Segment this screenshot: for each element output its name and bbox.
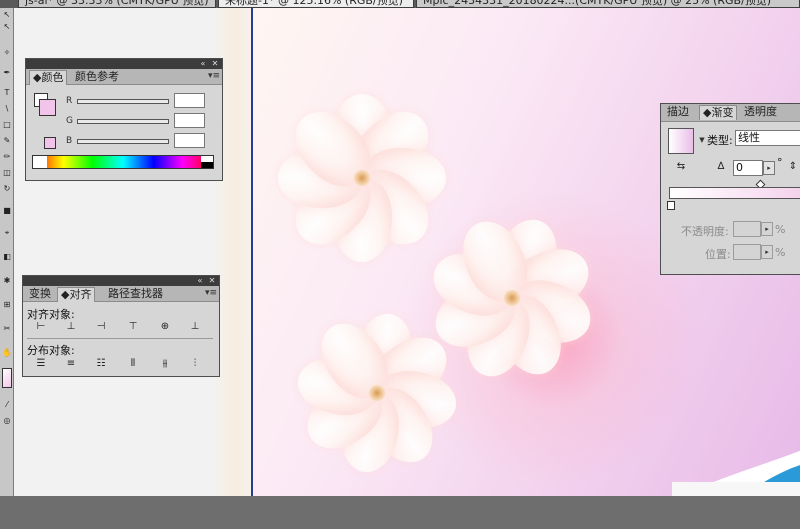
draw-mode-icon[interactable]: ◎ [2, 416, 12, 425]
direct-selection-icon[interactable]: ↖ [2, 22, 12, 31]
type-label: 类型: [707, 134, 733, 147]
gradient-stop-start[interactable] [667, 201, 675, 210]
reverse-gradient-icon[interactable]: ⇆ [673, 160, 689, 174]
gradient-slider-bar[interactable] [669, 187, 800, 199]
tab-gradient[interactable]: ◆渐变 [699, 105, 738, 120]
panel-menu-icon[interactable]: ▾≡ [205, 288, 217, 299]
r-value-field[interactable] [174, 93, 205, 108]
slice-tool-icon[interactable]: ✂ [2, 324, 12, 333]
align-horizontal-center-icon[interactable]: ⊥ [63, 320, 79, 334]
eyedropper-tool-icon[interactable]: ⌖ [2, 228, 12, 237]
b-slider[interactable] [77, 139, 169, 144]
magic-wand-icon[interactable]: ✧ [2, 48, 12, 57]
color-panel-titlebar[interactable]: « ✕ [26, 59, 222, 69]
r-slider[interactable] [77, 99, 169, 104]
black-white-swatch[interactable] [201, 156, 213, 168]
status-bar [0, 496, 800, 529]
tab-stroke[interactable]: 描边 [664, 105, 692, 120]
angle-input[interactable]: 0 [733, 160, 763, 176]
type-tool-icon[interactable]: T [2, 88, 12, 97]
location-unit: % [775, 246, 786, 259]
artboard-border [251, 8, 253, 496]
tools-panel: ↖ ↖ ✧ ✒ T \ □ ✎ ✏ ◫ ↻ ■ ⌖ ◧ ✱ ⊞ ✂ ✋ ⁄ ◎ [0, 8, 14, 496]
align-vertical-center-icon[interactable]: ⊕ [157, 320, 173, 334]
close-icon[interactable]: ✕ [210, 59, 220, 69]
collapse-icon[interactable]: « [198, 59, 208, 69]
gradient-tool-icon[interactable]: ■ [2, 206, 12, 215]
angle-icon: ∆ [717, 161, 725, 172]
tab-color-guide[interactable]: 颜色参考 [72, 70, 122, 85]
brush-tool-icon[interactable]: ✎ [2, 136, 12, 145]
opacity-input[interactable] [733, 221, 761, 237]
angle-dropdown-icon[interactable]: ▸ [763, 161, 775, 175]
blend-tool-icon[interactable]: ◧ [2, 252, 12, 261]
align-panel: « ✕ 变换 ◆对齐 路径查找器 ▾≡ 对齐对象: ⊢ ⊥ ⊣ ⊤ ⊕ ⊥ 分布… [22, 275, 220, 377]
pen-tool-icon[interactable]: ✒ [2, 68, 12, 77]
doc-tab-1[interactable]: js-ai* @ 33.33% (CMYK/GPU 预览) [18, 0, 216, 8]
location-input[interactable] [733, 244, 761, 260]
g-slider[interactable] [77, 119, 169, 124]
tab-color[interactable]: ◆颜色 [29, 70, 68, 85]
distribute-right-icon[interactable]: ⫶ [187, 357, 203, 371]
tab-pathfinder[interactable]: 路径查找器 [105, 287, 166, 302]
gradient-panel: 描边 ◆渐变 透明度 ▼ 类型: 线性 ⇆ ∆ 0 ▸ ° ⇕ 不透明度: ▸ … [660, 103, 800, 275]
location-label: 位置: [705, 248, 731, 261]
eraser-tool-icon[interactable]: ◫ [2, 168, 12, 177]
align-right-icon[interactable]: ⊣ [93, 320, 109, 334]
doc-tab-2[interactable]: 未标题-1* @ 125.16% (RGB/预览) [218, 0, 414, 8]
align-left-icon[interactable]: ⊢ [33, 320, 49, 334]
panel-menu-icon[interactable]: ▾≡ [208, 71, 220, 82]
tab-transform[interactable]: 变换 [26, 287, 54, 302]
illustrator-window: js-ai* @ 33.33% (CMYK/GPU 预览) 未标题-1* @ 1… [0, 0, 800, 529]
pencil-tool-icon[interactable]: ✏ [2, 152, 12, 161]
color-panel: « ✕ ◆颜色 颜色参考 ▾≡ R G B [25, 58, 223, 181]
channel-label: R [66, 96, 73, 106]
out-of-gamut-icon[interactable] [44, 137, 56, 149]
distribute-vertical-center-icon[interactable]: ≡ [63, 357, 79, 371]
close-icon[interactable]: ✕ [207, 276, 217, 286]
b-value-field[interactable] [174, 133, 205, 148]
symbol-sprayer-icon[interactable]: ✱ [2, 276, 12, 285]
g-value-field[interactable] [174, 113, 205, 128]
none-color-icon[interactable] [33, 156, 47, 168]
degree-symbol: ° [777, 156, 783, 169]
scroll-area[interactable] [672, 482, 800, 496]
rectangle-tool-icon[interactable]: □ [2, 120, 12, 129]
fill-swatch[interactable] [39, 99, 56, 116]
opacity-label: 不透明度: [681, 225, 729, 238]
channel-label: G [66, 116, 73, 126]
gradient-type-select[interactable]: 线性 [735, 130, 800, 146]
divider [27, 338, 213, 339]
aspect-ratio-icon[interactable]: ⇕ [785, 160, 800, 174]
doc-tab-3[interactable]: Mpic_2434331_20180224...(CMYK/GPU 预览) @ … [416, 0, 800, 8]
document-tab-strip: js-ai* @ 33.33% (CMYK/GPU 预览) 未标题-1* @ 1… [0, 0, 800, 8]
tab-align[interactable]: ◆对齐 [57, 287, 96, 302]
distribute-left-icon[interactable]: ⫴ [125, 357, 141, 371]
collapse-icon[interactable]: « [195, 276, 205, 286]
opacity-unit: % [775, 223, 786, 236]
selection-tool-icon[interactable]: ↖ [2, 10, 12, 19]
none-swatch-icon[interactable]: ⁄ [2, 400, 12, 409]
fill-swatch-icon[interactable] [2, 368, 12, 388]
distribute-horizontal-center-icon[interactable]: ⫵ [157, 357, 173, 371]
distribute-objects-label: 分布对象: [27, 344, 75, 357]
distribute-bottom-icon[interactable]: ☷ [93, 357, 109, 371]
align-bottom-icon[interactable]: ⊥ [187, 320, 203, 334]
opacity-dropdown-icon[interactable]: ▸ [761, 222, 773, 236]
gradient-preview-swatch[interactable] [668, 128, 694, 154]
flower-illustration [292, 308, 462, 478]
align-top-icon[interactable]: ⊤ [125, 320, 141, 334]
line-tool-icon[interactable]: \ [2, 104, 12, 113]
rotate-tool-icon[interactable]: ↻ [2, 184, 12, 193]
location-dropdown-icon[interactable]: ▸ [761, 245, 773, 259]
tab-transparency[interactable]: 透明度 [741, 105, 780, 120]
align-panel-titlebar[interactable]: « ✕ [23, 276, 219, 286]
channel-label: B [66, 136, 73, 146]
distribute-top-icon[interactable]: ☰ [33, 357, 49, 371]
color-spectrum[interactable] [32, 155, 214, 169]
artboard-tool-icon[interactable]: ⊞ [2, 300, 12, 309]
hand-tool-icon[interactable]: ✋ [2, 348, 12, 357]
